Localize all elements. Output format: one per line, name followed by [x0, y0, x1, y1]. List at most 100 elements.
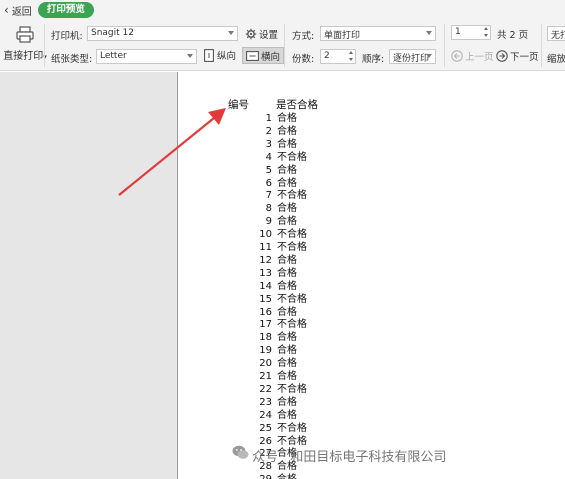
stepper-up-icon[interactable] — [484, 27, 488, 30]
column-header-result: 是否合格 — [276, 99, 318, 111]
row-id: 4 — [265, 151, 272, 163]
table-row: 12 合格 — [179, 254, 379, 267]
row-result: 不合格 — [277, 229, 307, 241]
row-id: 1 — [265, 113, 272, 124]
order-label: 顺序: — [362, 54, 385, 65]
paper-type-select[interactable]: Letter — [96, 49, 197, 64]
tab-print-preview[interactable]: 打印预览 — [37, 2, 94, 18]
table-row: 10 不合格 — [179, 228, 379, 241]
row-id: 20 — [259, 358, 272, 370]
copies-stepper[interactable]: 2 — [320, 49, 356, 64]
row-id: 8 — [265, 203, 272, 215]
copies-label: 份数: — [292, 54, 315, 65]
row-result: 合格 — [277, 125, 297, 137]
page-number-stepper[interactable]: 1 — [451, 25, 491, 40]
row-result: 不合格 — [277, 293, 307, 305]
row-id: 16 — [259, 306, 272, 318]
row-result: 合格 — [277, 306, 297, 318]
row-id: 9 — [265, 216, 272, 228]
table-row: 15 不合格 — [179, 293, 379, 306]
table-row: 7 不合格 — [179, 189, 379, 202]
page-number-value: 1 — [455, 27, 461, 37]
divider — [444, 24, 445, 67]
direct-print-label: 直接打印 — [3, 51, 44, 62]
printer-settings-button[interactable]: 设置 — [245, 27, 278, 41]
printer-select[interactable]: Snagit 12 — [87, 26, 238, 41]
copies-value: 2 — [324, 51, 330, 61]
row-result: 合格 — [277, 216, 297, 228]
mode-value: 单面打印 — [324, 31, 361, 41]
table-row: 6 合格 — [179, 177, 379, 190]
print-toolbar: 直接打印▾ 打印机: Snagit 12 设置 纸张类型: Letter 纵向 … — [0, 20, 565, 71]
row-id: 17 — [259, 319, 272, 331]
stepper-down-icon[interactable] — [349, 58, 353, 61]
total-pages: 共 2 页 — [497, 30, 529, 41]
prev-page-label: 上一页 — [465, 52, 494, 63]
chevron-down-icon — [426, 54, 432, 58]
table-row: 9 合格 — [179, 215, 379, 228]
portrait-label: 纵向 — [217, 51, 237, 62]
row-id: 6 — [265, 177, 272, 189]
no-print-value: 无打 — [551, 31, 565, 41]
table-row: 4 不合格 — [179, 151, 379, 164]
no-print-select[interactable]: 无打 — [547, 26, 565, 41]
table-row: 23 合格 — [179, 396, 379, 409]
order-select[interactable]: 逐份打印 — [389, 49, 436, 64]
row-result: 合格 — [277, 164, 297, 176]
table-row: 24 合格 — [179, 409, 379, 422]
row-result: 不合格 — [277, 383, 307, 395]
landscape-label: 横向 — [261, 51, 281, 63]
row-id: 21 — [259, 371, 272, 382]
chevron-left-icon: ‹ — [4, 3, 9, 17]
prev-page-button[interactable]: 上一页 — [451, 49, 494, 63]
back-button[interactable]: ‹ 返回 — [4, 3, 32, 18]
stepper-down-icon[interactable] — [484, 34, 488, 37]
row-id: 13 — [259, 267, 272, 279]
row-id: 5 — [265, 164, 272, 176]
row-result: 合格 — [277, 113, 297, 124]
next-page-button[interactable]: 下一页 — [496, 49, 539, 63]
column-header-id: 编号 — [228, 99, 249, 111]
row-result: 合格 — [277, 473, 297, 479]
row-result: 不合格 — [277, 319, 307, 331]
row-result: 合格 — [277, 203, 297, 215]
row-result: 合格 — [277, 396, 297, 408]
row-result: 合格 — [277, 254, 297, 266]
table-row: 17 不合格 — [179, 318, 379, 331]
row-id: 12 — [259, 254, 272, 266]
row-id: 22 — [259, 383, 272, 395]
row-result: 合格 — [277, 138, 297, 150]
scale-label: 缩放 — [547, 54, 565, 65]
chevron-down-icon — [228, 31, 234, 35]
row-result: 合格 — [277, 358, 297, 370]
table-row: 18 合格 — [179, 331, 379, 344]
stepper-up-icon[interactable] — [349, 51, 353, 54]
row-id: 3 — [265, 138, 272, 150]
row-id: 29 — [179, 473, 272, 479]
landscape-button[interactable]: 横向 — [242, 47, 285, 64]
chevron-down-icon — [426, 31, 432, 35]
direct-print-button[interactable]: 直接打印▾ — [3, 26, 47, 62]
back-label: 返回 — [11, 6, 32, 18]
table-row: 2 合格 — [179, 125, 379, 138]
printer-icon — [16, 26, 34, 43]
next-page-icon — [496, 50, 508, 62]
table-row: 16 合格 — [179, 306, 379, 319]
row-id: 18 — [259, 332, 272, 344]
row-id: 24 — [259, 409, 272, 421]
table-row: 1 合格 — [179, 112, 379, 125]
row-result: 不合格 — [277, 190, 307, 202]
table-row: 20 合格 — [179, 357, 379, 370]
portrait-button[interactable]: 纵向 — [204, 48, 236, 62]
table-row: 13 合格 — [179, 267, 379, 280]
table-row: 8 合格 — [179, 202, 379, 215]
mode-select[interactable]: 单面打印 — [320, 26, 436, 41]
row-result: 合格 — [277, 409, 297, 421]
next-page-label: 下一页 — [510, 52, 539, 63]
row-result: 合格 — [277, 267, 297, 279]
title-bar: ‹ 返回 打印预览 — [0, 0, 565, 20]
prev-page-icon — [451, 50, 463, 62]
printer-label: 打印机: — [51, 31, 83, 42]
table-row: 29 合格 — [179, 473, 379, 479]
divider — [44, 24, 45, 67]
